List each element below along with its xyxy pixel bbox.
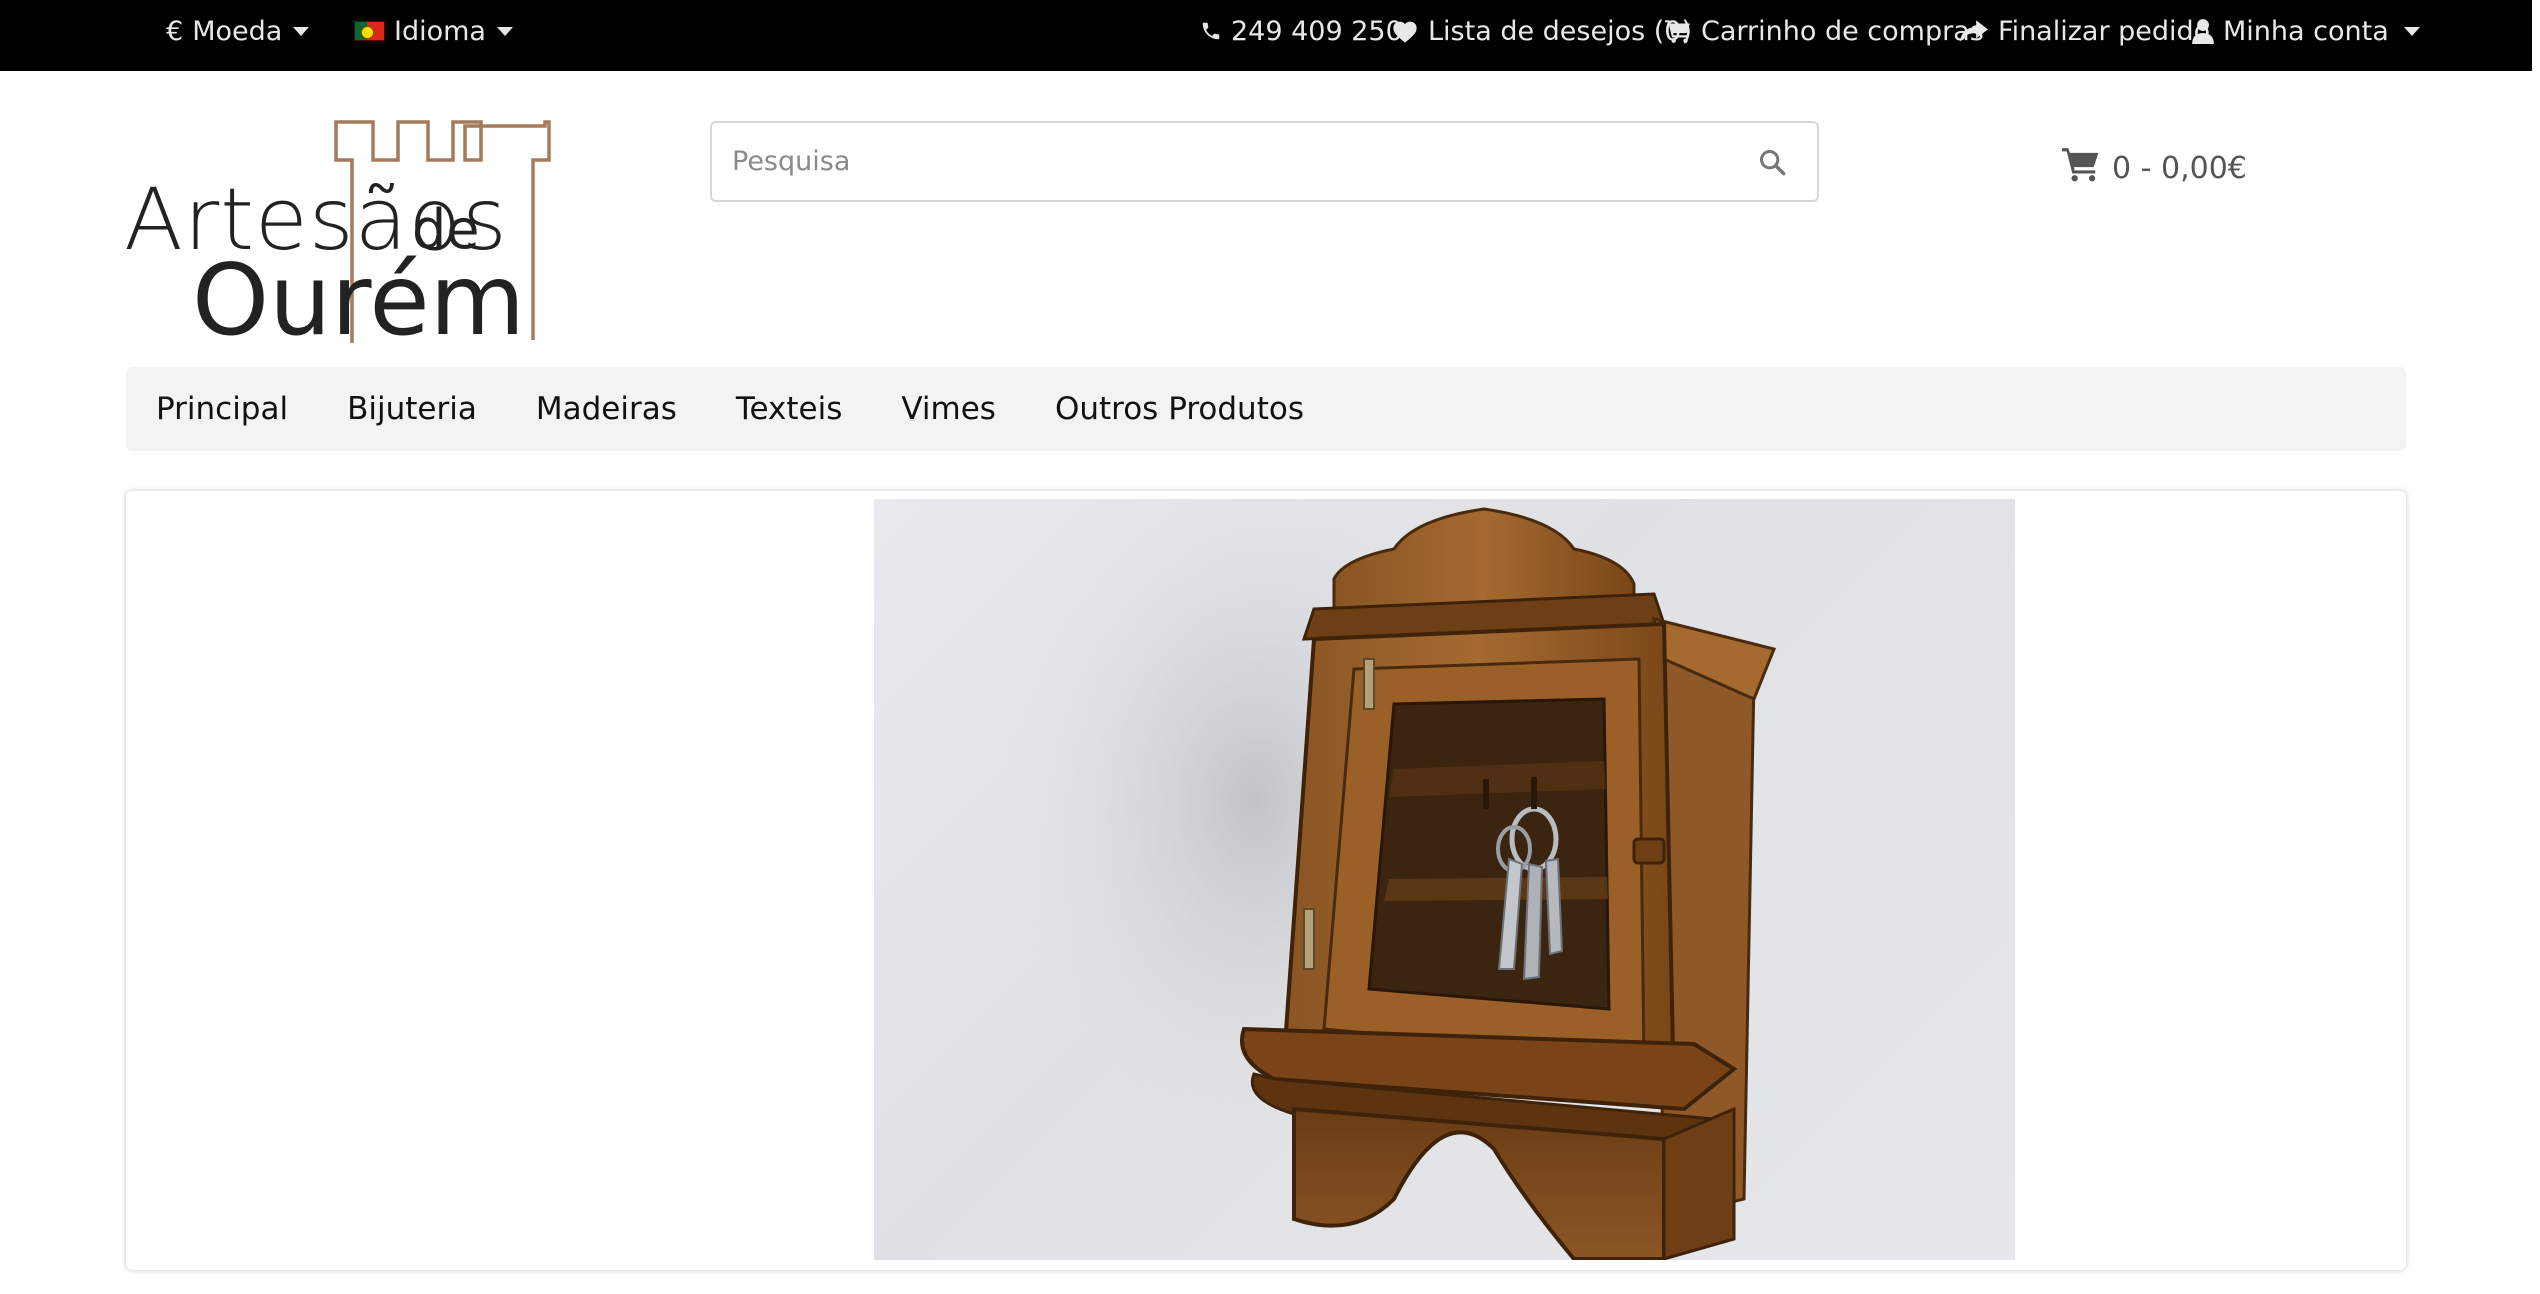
nav-item-principal[interactable]: Principal [156, 391, 288, 427]
user-icon [2192, 18, 2214, 44]
search-bar [710, 121, 1819, 202]
nav-item-bijuteria[interactable]: Bijuteria [347, 391, 477, 427]
heart-icon [1391, 18, 1419, 44]
flag-pt-icon [354, 21, 385, 41]
wooden-key-cabinet-illustration [994, 499, 1777, 1260]
cart-summary-text: 0 - 0,00€ [2112, 150, 2247, 186]
main-navigation: Principal Bijuteria Madeiras Texteis Vim… [126, 367, 2406, 451]
chevron-down-icon [2403, 26, 2420, 36]
cart-icon [2060, 145, 2102, 191]
cart-link[interactable]: Carrinho de compras [1664, 0, 1984, 62]
wishlist-label: Lista de desejos (0) [1428, 15, 1693, 47]
cart-icon [1664, 18, 1692, 44]
search-input[interactable] [712, 123, 1727, 200]
account-dropdown[interactable]: Minha conta [2192, 0, 2420, 62]
share-icon [1959, 19, 1989, 43]
slideshow-image-key-cabinet[interactable] [874, 499, 2015, 1260]
checkout-label: Finalizar pedido [1998, 15, 2211, 47]
nav-item-madeiras[interactable]: Madeiras [536, 391, 677, 427]
nav-item-outros-produtos[interactable]: Outros Produtos [1055, 391, 1304, 427]
currency-dropdown[interactable]: € Moeda [166, 0, 310, 62]
language-dropdown[interactable]: Idioma [354, 0, 513, 62]
nav-item-vimes[interactable]: Vimes [901, 391, 996, 427]
cart-summary-button[interactable]: 0 - 0,00€ [2060, 145, 2247, 191]
phone-number: 249 409 250 [1231, 15, 1403, 47]
phone-icon [1200, 19, 1222, 43]
chevron-down-icon [293, 26, 310, 36]
top-bar: € Moeda Idioma 249 409 250 Lista de dese… [0, 0, 2540, 71]
currency-symbol: € [166, 15, 184, 47]
phone-link[interactable]: 249 409 250 [1200, 0, 1403, 62]
nav-item-texteis[interactable]: Texteis [736, 391, 843, 427]
cart-label: Carrinho de compras [1701, 15, 1984, 47]
checkout-link[interactable]: Finalizar pedido [1959, 0, 2210, 62]
wishlist-link[interactable]: Lista de desejos (0) [1391, 0, 1692, 62]
currency-label: Moeda [192, 15, 283, 47]
logo-text-ourem: Ourém [192, 244, 526, 358]
language-label: Idioma [394, 15, 486, 47]
search-button[interactable] [1727, 123, 1817, 200]
search-icon [1759, 149, 1786, 175]
chevron-down-icon [496, 26, 513, 36]
account-label: Minha conta [2223, 15, 2389, 47]
site-logo[interactable]: Artesãos de Ourém [124, 118, 554, 358]
